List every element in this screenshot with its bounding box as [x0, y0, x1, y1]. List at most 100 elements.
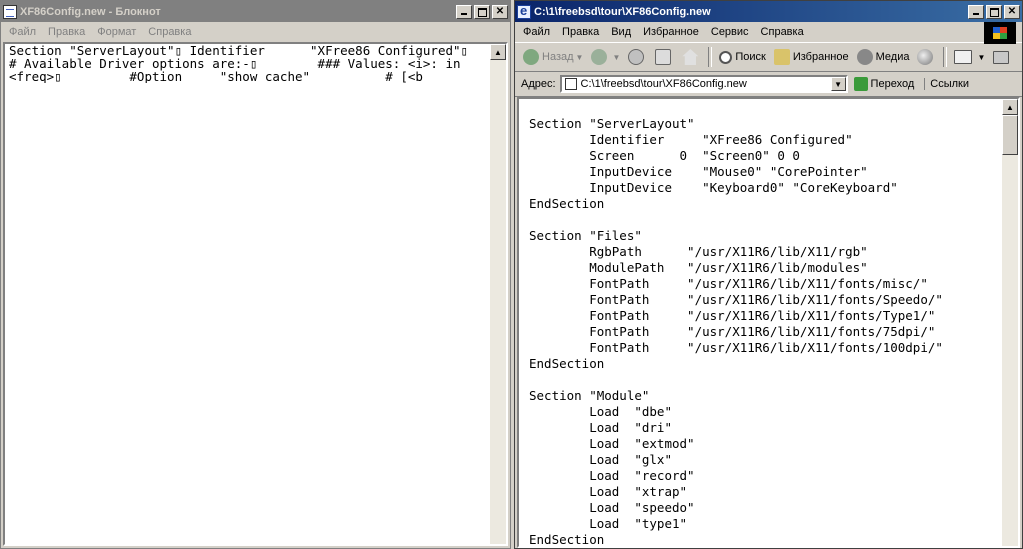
- maximize-icon[interactable]: [474, 4, 490, 19]
- history-button[interactable]: [913, 46, 940, 68]
- close-icon[interactable]: ✕: [492, 4, 508, 19]
- stop-button[interactable]: [624, 46, 651, 68]
- refresh-button[interactable]: [651, 46, 678, 68]
- back-button[interactable]: Назад ▼: [519, 46, 587, 68]
- forward-arrow-icon: [591, 49, 608, 65]
- maximize-icon[interactable]: [986, 4, 1002, 19]
- menu-file[interactable]: Файл: [3, 26, 42, 38]
- mail-button[interactable]: ▼: [950, 46, 989, 68]
- notepad-menubar: Файл Правка Формат Справка: [1, 22, 510, 42]
- browser-vertical-scrollbar[interactable]: ▲: [1002, 99, 1018, 546]
- config-line: Load "dbe": [529, 404, 672, 419]
- go-label: Переход: [870, 78, 915, 90]
- address-value: C:\1\freebsd\tour\XF86Config.new: [580, 78, 747, 90]
- history-icon: [917, 49, 934, 65]
- config-line: EndSection: [529, 196, 605, 211]
- media-label: Медиа: [875, 51, 910, 63]
- config-line: InputDevice "Keyboard0" "CoreKeyboard": [529, 180, 898, 195]
- config-line: ModulePath "/usr/X11R6/lib/modules": [529, 260, 868, 275]
- minimize-icon[interactable]: [456, 4, 472, 19]
- scroll-up-icon[interactable]: ▲: [490, 44, 506, 60]
- media-icon: [856, 49, 873, 65]
- browser-window: C:\1\freebsd\tour\XF86Config.new ✕ Файл …: [514, 0, 1023, 549]
- config-text: Section "ServerLayout" Identifier "XFree…: [529, 116, 943, 547]
- config-line: [529, 372, 943, 388]
- notepad-titlebar[interactable]: XF86Config.new - Блокнот ✕: [1, 1, 510, 22]
- media-button[interactable]: Медиа: [853, 46, 914, 68]
- browser-titlebar[interactable]: C:\1\freebsd\tour\XF86Config.new ✕: [515, 1, 1022, 22]
- chevron-down-icon[interactable]: ▼: [612, 53, 620, 62]
- browser-toolbar: Назад ▼ ▼ Поиск Избранное Медиа ▼: [515, 42, 1022, 72]
- menu-file[interactable]: Файл: [517, 26, 556, 38]
- search-label: Поиск: [735, 51, 766, 63]
- print-icon: [993, 50, 1010, 64]
- browser-content[interactable]: Section "ServerLayout" Identifier "XFree…: [517, 97, 1020, 548]
- config-line: FontPath "/usr/X11R6/lib/X11/fonts/Speed…: [529, 292, 943, 307]
- config-line: Load "xtrap": [529, 484, 688, 499]
- browser-menubar: Файл Правка Вид Избранное Сервис Справка: [515, 22, 1022, 42]
- notepad-text-area[interactable]: Section "ServerLayout"▯ Identifier "XFre…: [3, 42, 508, 546]
- print-button[interactable]: [989, 46, 1016, 68]
- config-line: FontPath "/usr/X11R6/lib/X11/fonts/100dp…: [529, 340, 943, 355]
- toolbar-separator: [943, 47, 948, 67]
- close-icon[interactable]: ✕: [1004, 4, 1020, 19]
- config-line: EndSection: [529, 532, 605, 547]
- scroll-thumb[interactable]: [1002, 115, 1018, 155]
- browser-title: C:\1\freebsd\tour\XF86Config.new: [534, 5, 711, 18]
- notepad-text: Section "ServerLayout"▯ Identifier "XFre…: [9, 44, 486, 83]
- search-icon: [719, 50, 733, 64]
- links-button[interactable]: Ссылки: [924, 78, 969, 90]
- config-line: FontPath "/usr/X11R6/lib/X11/fonts/Type1…: [529, 308, 936, 323]
- menu-format[interactable]: Формат: [91, 26, 142, 38]
- back-arrow-icon: [523, 49, 539, 65]
- notepad-window: XF86Config.new - Блокнот ✕ Файл Правка Ф…: [0, 0, 511, 549]
- config-line: Screen 0 "Screen0" 0 0: [529, 148, 800, 163]
- address-input[interactable]: C:\1\freebsd\tour\XF86Config.new ▼: [559, 75, 848, 93]
- menu-help[interactable]: Справка: [142, 26, 197, 38]
- config-line: RgbPath "/usr/X11R6/lib/X11/rgb": [529, 244, 868, 259]
- menu-tools[interactable]: Сервис: [705, 26, 755, 38]
- windows-logo-icon: [984, 22, 1016, 44]
- chevron-down-icon[interactable]: ▼: [576, 53, 584, 62]
- menu-edit[interactable]: Правка: [42, 26, 91, 38]
- home-icon: [682, 49, 699, 65]
- notepad-title: XF86Config.new - Блокнот: [20, 5, 161, 18]
- forward-button[interactable]: ▼: [587, 46, 624, 68]
- favorites-icon: [773, 49, 790, 65]
- address-bar: Адрес: C:\1\freebsd\tour\XF86Config.new …: [515, 72, 1022, 97]
- home-button[interactable]: [678, 46, 705, 68]
- address-dropdown-icon[interactable]: ▼: [830, 77, 846, 91]
- config-line: Section "Files": [529, 228, 642, 243]
- config-line: Load "dri": [529, 420, 672, 435]
- config-line: Section "ServerLayout": [529, 116, 695, 131]
- go-arrow-icon: [853, 77, 868, 91]
- config-line: Load "extmod": [529, 436, 695, 451]
- config-line: [529, 212, 943, 228]
- go-button[interactable]: Переход: [853, 77, 915, 91]
- config-line: Load "record": [529, 468, 695, 483]
- toolbar-separator: [708, 47, 713, 67]
- ie-icon: [517, 3, 531, 19]
- stop-icon: [628, 49, 645, 65]
- menu-help[interactable]: Справка: [755, 26, 810, 38]
- mail-icon: [954, 50, 973, 64]
- favorites-button[interactable]: Избранное: [770, 46, 853, 68]
- notepad-vertical-scrollbar[interactable]: ▲: [490, 44, 506, 544]
- chevron-down-icon[interactable]: ▼: [977, 53, 985, 62]
- menu-favorites[interactable]: Избранное: [637, 26, 705, 38]
- config-line: Load "type1": [529, 516, 688, 531]
- menu-view[interactable]: Вид: [605, 26, 637, 38]
- config-line: FontPath "/usr/X11R6/lib/X11/fonts/75dpi…: [529, 324, 936, 339]
- search-button[interactable]: Поиск: [715, 46, 769, 68]
- refresh-icon: [655, 49, 672, 65]
- config-line: InputDevice "Mouse0" "CorePointer": [529, 164, 868, 179]
- scroll-up-icon[interactable]: ▲: [1002, 99, 1018, 115]
- minimize-icon[interactable]: [968, 4, 984, 19]
- favorites-label: Избранное: [792, 51, 849, 63]
- notepad-icon: [3, 4, 17, 19]
- notepad-line: <freq>▯ #Option "show_cache" # [<b: [9, 69, 423, 83]
- menu-edit[interactable]: Правка: [556, 26, 605, 38]
- page-icon: [564, 78, 577, 90]
- config-line: Load "speedo": [529, 500, 695, 515]
- config-line: Identifier "XFree86 Configured": [529, 132, 853, 147]
